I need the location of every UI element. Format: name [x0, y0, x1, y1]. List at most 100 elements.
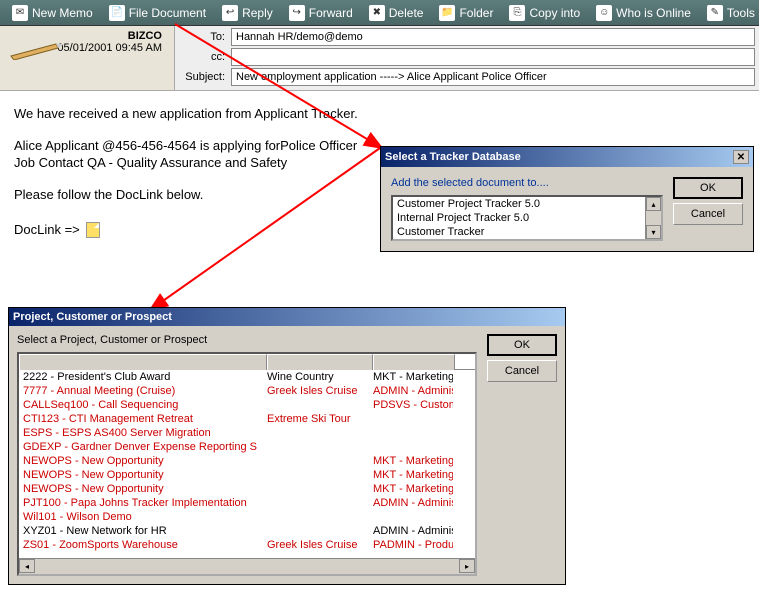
- table-cell: [267, 524, 373, 538]
- table-cell: [267, 468, 373, 482]
- table-row[interactable]: CALLSeq100 - Call SequencingPDSVS - Cust…: [19, 398, 475, 412]
- reply-button[interactable]: ↩ Reply: [214, 3, 281, 23]
- table-cell: 7777 - Annual Meeting (Cruise): [23, 384, 267, 398]
- table-row[interactable]: Wil101 - Wilson Demo: [19, 510, 475, 524]
- table-cell: Wil101 - Wilson Demo: [23, 510, 267, 524]
- scroll-right-icon[interactable]: ▸: [459, 559, 475, 573]
- table-row[interactable]: CTI123 - CTI Management RetreatExtreme S…: [19, 412, 475, 426]
- delete-icon: ✖: [369, 5, 385, 21]
- folder-button[interactable]: 📁Folder: [431, 3, 501, 23]
- table-cell: PDSVS - Custom: [373, 398, 453, 412]
- table-row[interactable]: 2222 - President's Club AwardWine Countr…: [19, 370, 475, 384]
- list-item[interactable]: Customer Tracker: [393, 225, 661, 239]
- scrollbar[interactable]: ▴ ▾: [645, 197, 661, 239]
- body-line2: Alice Applicant @456-456-4564 is applyin…: [14, 137, 366, 155]
- toolbar-label: Copy into: [529, 6, 580, 20]
- doclink-icon[interactable]: [86, 222, 100, 238]
- cancel-button[interactable]: Cancel: [673, 203, 743, 225]
- table-row[interactable]: NEWOPS - New Opportunity MKT - Marketing: [19, 482, 475, 496]
- table-row[interactable]: PJT100 - Papa Johns Tracker Implementati…: [19, 496, 475, 510]
- message-body: We have received a new application from …: [0, 91, 380, 253]
- cc-field[interactable]: [231, 48, 755, 66]
- project-dialog-titlebar: Project, Customer or Prospect: [9, 308, 565, 326]
- doclink-label: DocLink =>: [14, 221, 80, 239]
- h-scrollbar[interactable]: ◂ ▸: [19, 558, 475, 574]
- table-row[interactable]: ZS01 - ZoomSports WarehouseGreek Isles C…: [19, 538, 475, 552]
- table-cell: PADMIN - Produ: [373, 538, 453, 552]
- table-cell: MKT - Marketing: [373, 482, 453, 496]
- table-cell: ADMIN - Adminis: [373, 384, 453, 398]
- tools-button[interactable]: ✎Tools: [699, 3, 759, 23]
- table-row[interactable]: ESPS - ESPS AS400 Server Migration: [19, 426, 475, 440]
- toolbar-label: Delete: [389, 6, 424, 20]
- toolbar-label: Forward: [309, 6, 353, 20]
- list-item[interactable]: Customer Project Tracker 5.0: [393, 197, 661, 211]
- cc-label: cc:: [179, 51, 231, 63]
- list-item[interactable]: Internal Project Tracker 5.0: [393, 211, 661, 225]
- table-cell: Wine Country: [267, 370, 373, 384]
- table-row[interactable]: NEWOPS - New Opportunity MKT - Marketing: [19, 468, 475, 482]
- delete-button[interactable]: ✖ Delete: [361, 3, 432, 23]
- table-cell: GDEXP - Gardner Denver Expense Reporting…: [23, 440, 267, 454]
- tracker-listbox[interactable]: Customer Project Tracker 5.0Internal Pro…: [391, 195, 663, 241]
- scroll-up-icon[interactable]: ▴: [646, 197, 661, 211]
- copy-into-button[interactable]: ⎘Copy into: [501, 3, 588, 23]
- table-cell: PJT100 - Papa Johns Tracker Implementati…: [23, 496, 267, 510]
- to-label: To:: [179, 31, 231, 43]
- cancel-button[interactable]: Cancel: [487, 360, 557, 382]
- table-cell: Extreme Ski Tour: [267, 412, 373, 426]
- table-cell: Greek Isles Cruise: [267, 384, 373, 398]
- body-line4: Please follow the DocLink below.: [14, 186, 366, 204]
- table-cell: Greek Isles Cruise: [267, 538, 373, 552]
- table-row[interactable]: XYZ01 - New Network for HRADMIN - Admini…: [19, 524, 475, 538]
- table-cell: [267, 426, 373, 440]
- sender-pane: BIZCO 05/01/2001 09:45 AM: [0, 26, 175, 90]
- pencil-icon: [6, 40, 66, 60]
- table-cell: [373, 426, 453, 440]
- table-cell: [267, 440, 373, 454]
- project-table[interactable]: 2222 - President's Club AwardWine Countr…: [17, 352, 477, 576]
- ok-button[interactable]: OK: [673, 177, 743, 199]
- new-memo-button[interactable]: ✉ New Memo: [4, 3, 101, 23]
- table-cell: NEWOPS - New Opportunity: [23, 482, 267, 496]
- to-field[interactable]: [231, 28, 755, 46]
- table-cell: [267, 398, 373, 412]
- project-dialog: Project, Customer or Prospect Select a P…: [8, 307, 566, 585]
- table-cell: [373, 440, 453, 454]
- table-cell: NEWOPS - New Opportunity: [23, 468, 267, 482]
- toolbar: ✉ New Memo 📄File Document ↩ Reply ↪Forward ✖ De…: [0, 0, 759, 26]
- new-memo-icon: ✉: [12, 5, 28, 21]
- subject-field[interactable]: [231, 68, 755, 86]
- table-cell: NEWOPS - New Opportunity: [23, 454, 267, 468]
- table-cell: ADMIN - Adminis: [373, 496, 453, 510]
- table-row[interactable]: 7777 - Annual Meeting (Cruise)Greek Isle…: [19, 384, 475, 398]
- toolbar-label: New Memo: [32, 6, 93, 20]
- tracker-instruction: Add the selected document to....: [391, 177, 663, 189]
- close-icon[interactable]: ✕: [733, 150, 749, 164]
- tracker-dialog-titlebar: Select a Tracker Database ✕: [381, 147, 753, 167]
- toolbar-label: Who is Online: [616, 6, 691, 20]
- toolbar-label: File Document: [129, 6, 206, 20]
- table-cell: ESPS - ESPS AS400 Server Migration: [23, 426, 267, 440]
- table-cell: MKT - Marketing: [373, 454, 453, 468]
- scroll-left-icon[interactable]: ◂: [19, 559, 35, 573]
- reply-icon: ↩: [222, 5, 238, 21]
- toolbar-label: Folder: [459, 6, 493, 20]
- table-header: [19, 354, 475, 370]
- toolbar-label: Reply: [242, 6, 273, 20]
- forward-button[interactable]: ↪Forward: [281, 3, 361, 23]
- tracker-dialog: Select a Tracker Database ✕ Add the sele…: [380, 146, 754, 252]
- table-row[interactable]: GDEXP - Gardner Denver Expense Reporting…: [19, 440, 475, 454]
- scroll-down-icon[interactable]: ▾: [646, 225, 661, 239]
- who-is-online-button[interactable]: ☺Who is Online: [588, 3, 699, 23]
- body-line3: Job Contact QA - Quality Assurance and S…: [14, 154, 366, 172]
- table-cell: 2222 - President's Club Award: [23, 370, 267, 384]
- table-cell: XYZ01 - New Network for HR: [23, 524, 267, 538]
- file-document-button[interactable]: 📄File Document: [101, 3, 214, 23]
- tools-icon: ✎: [707, 5, 723, 21]
- table-cell: CTI123 - CTI Management Retreat: [23, 412, 267, 426]
- table-cell: [267, 496, 373, 510]
- ok-button[interactable]: OK: [487, 334, 557, 356]
- table-row[interactable]: NEWOPS - New Opportunity MKT - Marketing: [19, 454, 475, 468]
- table-cell: MKT - Marketing: [373, 468, 453, 482]
